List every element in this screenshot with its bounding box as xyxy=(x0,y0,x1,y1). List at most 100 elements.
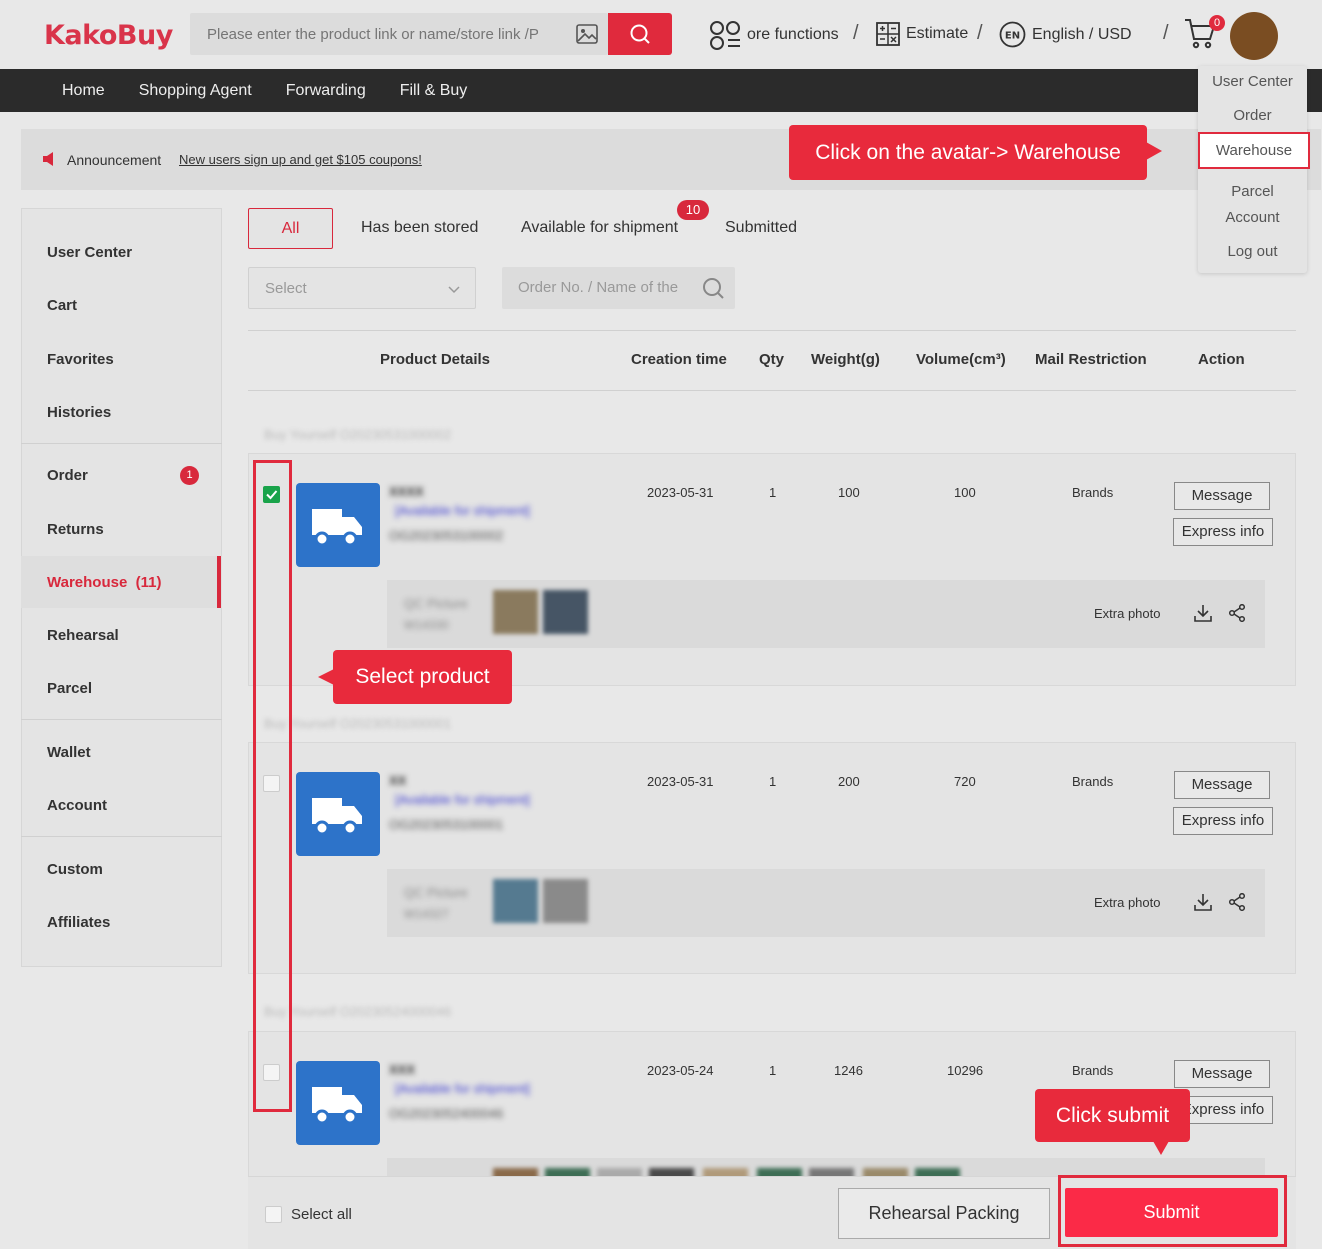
share-icon[interactable] xyxy=(1228,893,1246,911)
sidebar-item-parcel[interactable]: Parcel xyxy=(47,680,92,697)
table-row: XX [Available for shipment] OG2023053100… xyxy=(248,742,1296,974)
tab-has-been-stored[interactable]: Has been stored xyxy=(361,219,478,237)
download-icon[interactable] xyxy=(1194,604,1212,622)
sidebar-item-account[interactable]: Account xyxy=(47,797,107,814)
svg-text:EN: EN xyxy=(1005,31,1020,42)
tab-all[interactable]: All xyxy=(248,208,333,249)
extra-photo-label: Extra photo xyxy=(1094,606,1161,621)
volume: 10296 xyxy=(947,1063,984,1078)
message-button[interactable]: Message xyxy=(1174,771,1270,799)
menu-item-order[interactable]: Order xyxy=(1198,107,1307,124)
message-button[interactable]: Message xyxy=(1174,1060,1270,1088)
search-button[interactable] xyxy=(608,13,672,55)
sidebar-item-affiliates[interactable]: Affiliates xyxy=(47,914,110,931)
tab-available-for-shipment[interactable]: Available for shipment xyxy=(521,219,678,237)
download-icon[interactable] xyxy=(1194,893,1212,911)
submit-highlight-frame xyxy=(1058,1175,1287,1247)
menu-item-parcel[interactable]: Parcel xyxy=(1198,183,1307,200)
volume: 720 xyxy=(954,774,976,789)
product-code: OG2023052400046 xyxy=(389,1106,504,1121)
search-icon[interactable] xyxy=(702,277,724,299)
product-status: [Available for shipment] xyxy=(395,1081,530,1096)
qc-section: QC Picture W14327 Extra photo xyxy=(387,869,1265,937)
order-count-badge: 1 xyxy=(180,466,199,485)
sidebar-item-cart[interactable]: Cart xyxy=(47,297,77,314)
qc-photo[interactable] xyxy=(543,590,588,634)
qc-photo[interactable] xyxy=(493,590,538,634)
product-search xyxy=(190,13,608,55)
th-mail-restriction: Mail Restriction xyxy=(1035,351,1147,368)
more-functions-label: ore functions xyxy=(747,26,839,43)
message-button[interactable]: Message xyxy=(1174,482,1270,510)
truck-icon xyxy=(312,1087,362,1125)
qty: 1 xyxy=(769,485,777,500)
product-search-input[interactable] xyxy=(190,13,570,55)
language-selector[interactable]: EN English / USD xyxy=(999,21,1132,48)
image-search-icon[interactable] xyxy=(576,24,598,44)
announcement-link[interactable]: New users sign up and get $105 coupons! xyxy=(179,152,422,167)
select-all-checkbox[interactable] xyxy=(265,1206,282,1223)
express-info-button[interactable]: Express info xyxy=(1173,518,1273,546)
menu-item-user-center[interactable]: User Center xyxy=(1198,73,1307,90)
rehearsal-packing-button[interactable]: Rehearsal Packing xyxy=(838,1188,1050,1239)
callout-select-product: Select product xyxy=(333,650,512,704)
truck-icon xyxy=(312,798,362,836)
extra-photo-label: Extra photo xyxy=(1094,895,1161,910)
menu-item-warehouse[interactable]: Warehouse xyxy=(1198,132,1310,169)
product-title: XXXX xyxy=(389,484,424,499)
sidebar-divider xyxy=(21,719,222,720)
nav-home[interactable]: Home xyxy=(45,82,122,100)
qc-photo[interactable] xyxy=(493,879,538,923)
th-product-details: Product Details xyxy=(380,351,491,368)
sidebar-item-histories[interactable]: Histories xyxy=(47,404,111,421)
product-title: XX xyxy=(389,773,407,788)
order-search-placeholder: Order No. / Name of the xyxy=(518,279,679,296)
tab-submitted[interactable]: Submitted xyxy=(725,219,797,237)
callout-avatar-warehouse: Click on the avatar-> Warehouse xyxy=(789,125,1147,180)
product-code: OG2023053100001 xyxy=(389,817,504,832)
user-avatar[interactable] xyxy=(1230,12,1278,60)
qc-photo[interactable] xyxy=(543,879,588,923)
more-functions-link[interactable]: ore functions xyxy=(709,20,839,50)
qc-id: W14327 xyxy=(404,907,449,921)
calculator-icon xyxy=(876,22,900,46)
share-icon[interactable] xyxy=(1228,604,1246,622)
announcement-label: Announcement xyxy=(67,152,162,168)
creation-time: 2023-05-31 xyxy=(647,485,714,500)
filter-select[interactable]: Select xyxy=(248,267,476,309)
express-info-button[interactable]: Express info xyxy=(1173,807,1273,835)
nav-forwarding[interactable]: Forwarding xyxy=(269,82,383,100)
select-all-label[interactable]: Select all xyxy=(291,1206,352,1223)
checkbox-highlight-frame xyxy=(253,460,292,1112)
kakobuy-logo[interactable]: KakoBuy xyxy=(44,20,173,51)
order-group-label: Buy Yourself O20230531000001 xyxy=(264,716,452,731)
sidebar-item-wallet[interactable]: Wallet xyxy=(47,744,91,761)
sidebar-item-warehouse[interactable]: Warehouse (11) xyxy=(47,574,161,591)
weight: 100 xyxy=(838,485,860,500)
product-thumbnail[interactable] xyxy=(296,483,380,567)
sidebar-item-returns[interactable]: Returns xyxy=(47,521,104,538)
nav-fill-buy[interactable]: Fill & Buy xyxy=(383,82,485,100)
th-action: Action xyxy=(1198,351,1245,368)
qty: 1 xyxy=(769,1063,777,1078)
weight: 1246 xyxy=(834,1063,863,1078)
sidebar-item-order[interactable]: Order xyxy=(47,467,88,484)
sidebar-item-favorites[interactable]: Favorites xyxy=(47,351,114,368)
order-group-label: Buy Yourself O20230531000002 xyxy=(264,427,452,442)
mail-restriction: Brands xyxy=(1072,1063,1114,1078)
nav-shopping-agent[interactable]: Shopping Agent xyxy=(122,82,269,100)
menu-item-log-out[interactable]: Log out xyxy=(1198,243,1307,260)
sidebar-item-user-center[interactable]: User Center xyxy=(47,244,132,261)
order-search-field[interactable]: Order No. / Name of the xyxy=(502,267,735,309)
qc-section: QC Picture W14330 Extra photo xyxy=(387,580,1265,648)
product-status: [Available for shipment] xyxy=(395,792,530,807)
product-thumbnail[interactable] xyxy=(296,772,380,856)
truck-icon xyxy=(312,509,362,547)
callout-pointer xyxy=(1146,142,1162,160)
product-thumbnail[interactable] xyxy=(296,1061,380,1145)
table-divider xyxy=(248,390,1296,391)
estimate-link[interactable]: Estimate xyxy=(876,22,968,46)
sidebar-item-custom[interactable]: Custom xyxy=(47,861,103,878)
menu-item-account[interactable]: Account xyxy=(1198,209,1307,226)
sidebar-item-rehearsal[interactable]: Rehearsal xyxy=(47,627,119,644)
